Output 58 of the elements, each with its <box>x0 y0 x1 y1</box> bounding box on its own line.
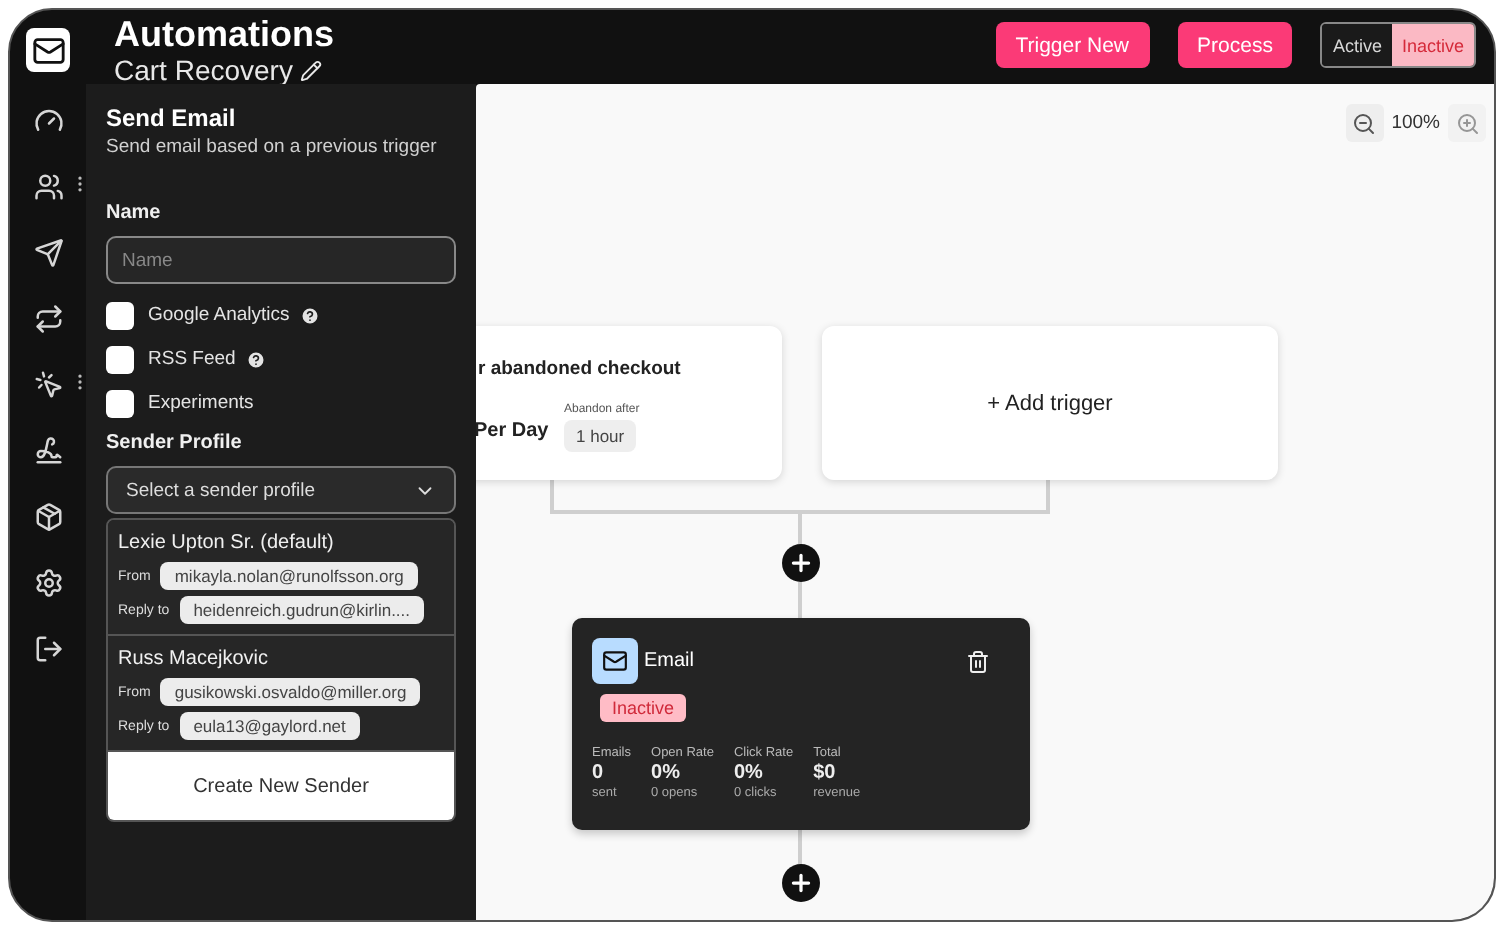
envelope-icon <box>592 638 638 684</box>
trigger-title: r abandoned checkout <box>478 358 681 380</box>
trash-icon[interactable] <box>966 649 990 673</box>
node-title: Email <box>644 650 697 672</box>
add-step-button[interactable] <box>782 544 820 582</box>
gauge-icon <box>33 106 63 136</box>
signature-icon <box>33 436 63 466</box>
create-sender-button[interactable]: Create New Sender <box>108 752 454 820</box>
add-step-button[interactable] <box>782 864 820 902</box>
field-label: Name <box>106 202 163 224</box>
checkbox[interactable] <box>106 345 134 373</box>
help-icon[interactable] <box>245 349 266 369</box>
panel-description: Send email based on a previous trigger <box>106 134 439 162</box>
box-icon <box>33 502 63 532</box>
email-chip: mikayla.nolan@runolfsson.org <box>160 562 418 590</box>
checkbox[interactable] <box>106 301 134 329</box>
process-button[interactable]: Process <box>1177 22 1293 68</box>
stat-value: 0% <box>651 762 682 784</box>
settings-icon <box>33 568 63 598</box>
plus-icon <box>788 550 814 576</box>
envelope-logo-icon <box>26 28 70 72</box>
plus-icon <box>788 870 814 896</box>
logout-icon <box>33 634 63 664</box>
trigger-new-button[interactable]: Trigger New <box>995 22 1150 68</box>
pencil-icon[interactable] <box>300 60 323 82</box>
pointer-click-icon <box>33 370 63 400</box>
trigger-frequency: Per Day <box>476 420 549 442</box>
sender-name: Russ Macejkovic <box>118 646 271 672</box>
email-chip: heidenreich.gudrun@kirlin.... <box>179 596 425 624</box>
stat-value: 0% <box>733 762 765 784</box>
people-icon <box>33 172 63 202</box>
name-input-field[interactable]: Name <box>106 236 456 284</box>
add-trigger-button[interactable]: + Add trigger <box>822 326 1278 480</box>
repeat-icon <box>33 304 63 334</box>
email-chip: eula13@gaylord.net <box>179 712 360 740</box>
zoom-level: 100% <box>1391 112 1440 134</box>
stat-value: $0 <box>813 762 838 784</box>
zoom-in-icon[interactable] <box>1448 104 1486 142</box>
connector-line <box>798 830 802 864</box>
help-icon[interactable] <box>299 305 320 325</box>
stat-value: 0 <box>592 762 606 784</box>
zoom-out-icon[interactable] <box>1345 104 1384 142</box>
checkbox-label: RSS Feed <box>148 348 236 370</box>
panel-title: Send Email <box>106 104 238 134</box>
connector-line <box>798 582 802 618</box>
paper-plane-icon <box>33 238 63 268</box>
checkbox[interactable] <box>106 389 134 417</box>
sender-name: Lexie Upton Sr. (default) <box>118 530 336 556</box>
field-label: Sender Profile <box>106 432 244 454</box>
toggle-option[interactable]: Active <box>1322 24 1392 66</box>
status-badge: Inactive <box>600 694 687 722</box>
checkbox-label: Google Analytics <box>148 304 290 326</box>
sender-profile-dropdown[interactable]: Select a sender profile <box>106 466 456 514</box>
page-title: Automations <box>114 16 336 54</box>
automation-name: Cart Recovery <box>114 54 293 88</box>
checkbox-label: Experiments <box>148 392 254 414</box>
email-chip: gusikowski.osvaldo@miller.org <box>160 678 421 706</box>
delay-value: 1 hour <box>564 420 637 452</box>
